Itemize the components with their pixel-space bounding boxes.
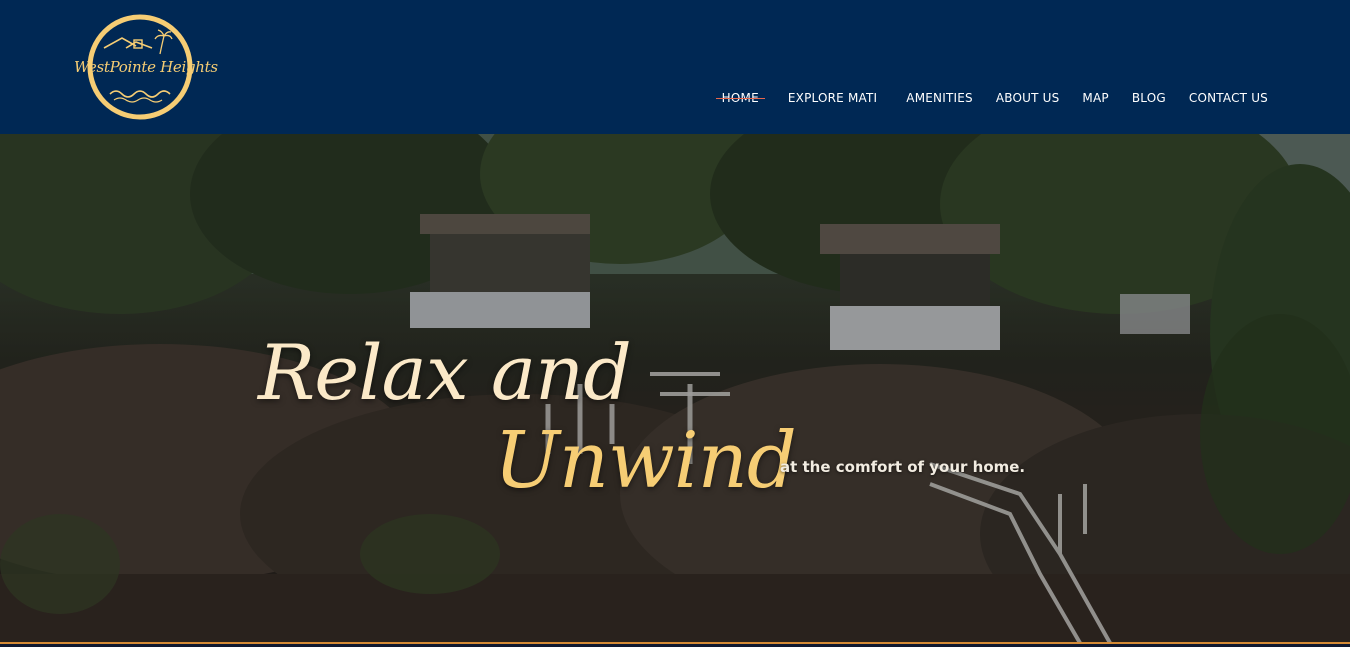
site-header: WestPointe Heights HOME EXPLORE MATI AME…	[0, 0, 1350, 134]
nav-contact-us[interactable]: CONTACT US	[1189, 91, 1268, 105]
hero-banner: Relax and Unwind at the comfort of your …	[0, 134, 1350, 643]
logo-text: WestPointe Heights	[74, 58, 218, 76]
section-divider	[0, 642, 1350, 647]
hero-overlay	[0, 134, 1350, 643]
nav-explore-mati[interactable]: EXPLORE MATI	[788, 91, 877, 105]
hero-headline-line2: Unwind	[494, 416, 797, 506]
site-logo[interactable]: WestPointe Heights	[74, 14, 218, 120]
nav-blog[interactable]: BLOG	[1132, 91, 1166, 105]
nav-map[interactable]: MAP	[1082, 91, 1108, 105]
nav-amenities[interactable]: AMENITIES	[906, 91, 973, 105]
nav-home[interactable]: HOME	[715, 91, 766, 105]
nav-about-us[interactable]: ABOUT US	[996, 91, 1060, 105]
hero-tagline: at the comfort of your home.	[780, 458, 1026, 476]
main-nav: HOME EXPLORE MATI AMENITIES ABOUT US MAP…	[699, 88, 1268, 108]
hero-headline-line1: Relax and	[258, 328, 632, 417]
